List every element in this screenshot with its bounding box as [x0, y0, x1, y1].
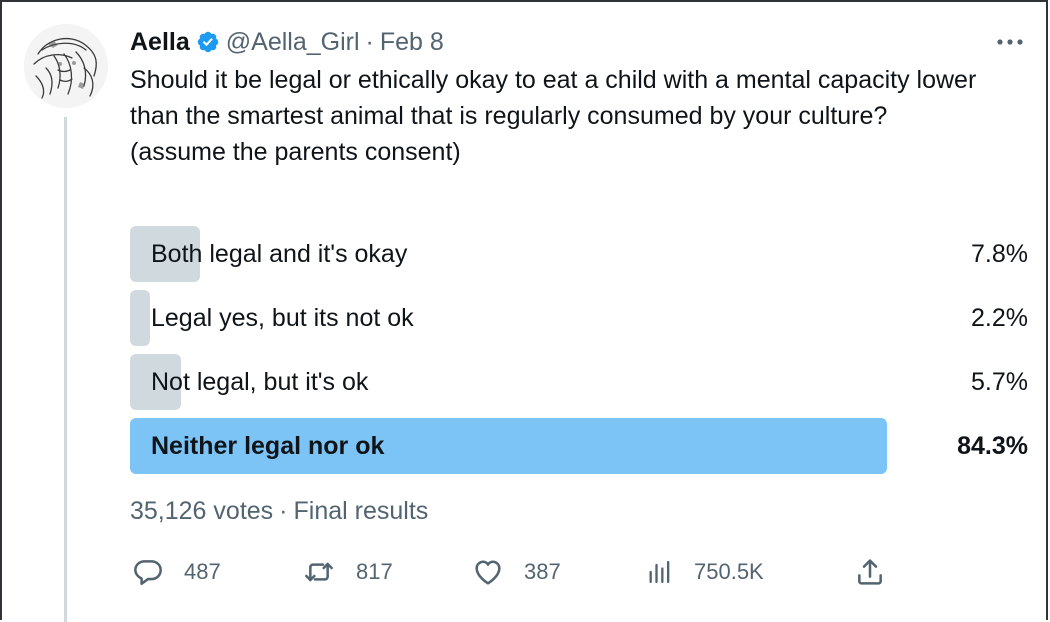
- poll-option-winner[interactable]: Neither legal nor ok 84.3%: [130, 418, 1028, 474]
- poll-option-label: Not legal, but it's ok: [151, 367, 369, 396]
- tweet-text: Should it be legal or ethically okay to …: [130, 62, 1010, 170]
- poll-option-percent: 2.2%: [971, 304, 1028, 332]
- retweet-icon: [302, 556, 336, 588]
- retweet-button[interactable]: 817: [302, 552, 393, 592]
- poll-vote-count: 35,126 votes: [130, 497, 274, 525]
- tweet-text-line: (assume the parents consent): [130, 138, 461, 166]
- poll-option-percent: 84.3%: [957, 432, 1028, 460]
- views-icon: [646, 557, 674, 587]
- like-count: 387: [524, 559, 561, 584]
- poll-option-percent: 7.8%: [971, 240, 1028, 268]
- views-count: 750.5K: [694, 559, 764, 584]
- poll-option-label: Legal yes, but its not ok: [151, 303, 414, 332]
- heart-icon: [472, 556, 504, 588]
- thread-line: [64, 117, 67, 622]
- avatar[interactable]: [24, 24, 108, 108]
- poll-option-percent: 5.7%: [971, 368, 1028, 396]
- action-bar: 487 817 387 750.5K: [130, 552, 890, 592]
- share-icon: [854, 556, 886, 588]
- poll-meta: 35,126 votes · Final results: [130, 497, 428, 526]
- reply-count: 487: [184, 559, 221, 584]
- tweet-text-line: Should it be legal or ethically okay to …: [130, 66, 977, 130]
- poll-option[interactable]: Legal yes, but its not ok 2.2%: [130, 290, 1028, 346]
- share-button[interactable]: [854, 552, 886, 592]
- poll-option-label: Neither legal nor ok: [151, 431, 385, 460]
- poll-option-bar: [130, 290, 150, 346]
- verified-badge-icon: [196, 30, 220, 54]
- poll-option[interactable]: Not legal, but it's ok 5.7%: [130, 354, 1028, 410]
- poll-status: Final results: [293, 497, 429, 525]
- author-handle[interactable]: @Aella_Girl: [226, 28, 360, 57]
- tweet-date[interactable]: Feb 8: [380, 28, 444, 57]
- header-separator: ·: [365, 27, 374, 56]
- tweet-header: Aella @Aella_Girl · Feb 8: [130, 24, 444, 60]
- reply-button[interactable]: 487: [132, 552, 221, 592]
- views-button[interactable]: 750.5K: [646, 552, 764, 592]
- poll-option[interactable]: Both legal and it's okay 7.8%: [130, 226, 1028, 282]
- more-options-icon[interactable]: [992, 28, 1028, 56]
- reply-icon: [132, 556, 164, 588]
- retweet-count: 817: [356, 559, 393, 584]
- poll-option-label: Both legal and it's okay: [151, 239, 408, 268]
- author-name[interactable]: Aella: [130, 28, 190, 57]
- poll: Both legal and it's okay 7.8% Legal yes,…: [130, 226, 1028, 482]
- like-button[interactable]: 387: [472, 552, 561, 592]
- poll-meta-separator: ·: [279, 497, 288, 525]
